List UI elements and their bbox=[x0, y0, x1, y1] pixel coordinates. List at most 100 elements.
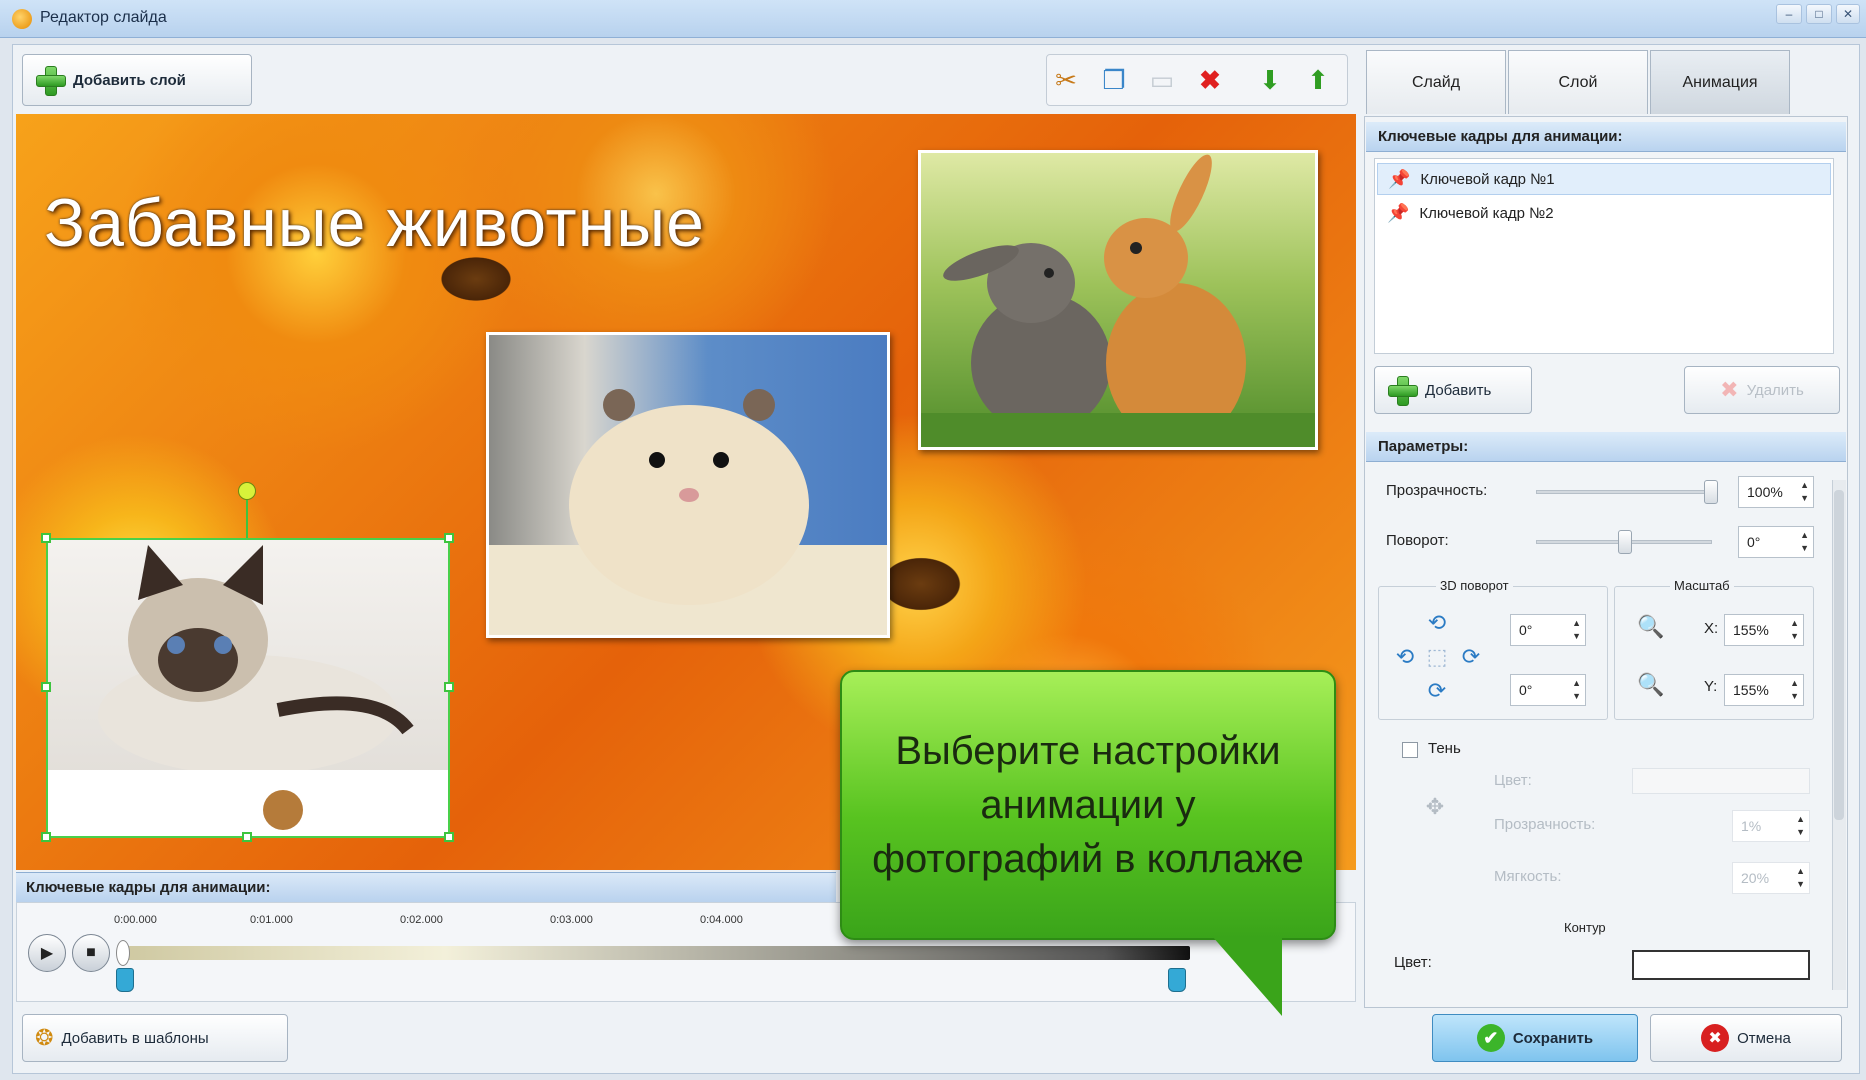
callout-tail bbox=[1212, 936, 1282, 1016]
rotation-slider-thumb[interactable] bbox=[1618, 530, 1632, 554]
opacity-label: Прозрачность: bbox=[1386, 482, 1488, 499]
delete-x-icon: ✖ bbox=[1720, 377, 1739, 402]
photo-bunnies[interactable] bbox=[918, 150, 1318, 450]
timeline-header: Ключевые кадры для анимации: bbox=[16, 872, 836, 902]
callout-text: Выберите настройки анимации у фотографий… bbox=[872, 729, 1304, 881]
plus-icon bbox=[35, 65, 66, 96]
scrollbar-thumb[interactable] bbox=[1834, 490, 1844, 820]
resize-handle[interactable] bbox=[242, 832, 252, 842]
add-layer-button[interactable]: Добавить слой bbox=[22, 54, 252, 106]
timeline-track[interactable] bbox=[126, 946, 1190, 960]
keyframe-label: Ключевой кадр №1 bbox=[1420, 170, 1555, 188]
keyframe-item-1[interactable]: 📌 Ключевой кадр №1 bbox=[1377, 163, 1831, 195]
opacity-slider-thumb[interactable] bbox=[1704, 480, 1718, 504]
tab-slide[interactable]: Слайд bbox=[1366, 50, 1506, 114]
shadow-color-picker[interactable] bbox=[1632, 768, 1810, 794]
rotate-up-icon[interactable]: ⟲ bbox=[1420, 606, 1454, 640]
rotate-down-icon[interactable]: ⟳ bbox=[1420, 674, 1454, 708]
scale-x-spinner[interactable]: 155% bbox=[1724, 614, 1804, 646]
keyframe-marker[interactable] bbox=[1168, 968, 1186, 992]
title-bar: Редактор слайда – □ ✕ bbox=[0, 0, 1866, 38]
move-down-icon[interactable]: ⬇ bbox=[1250, 60, 1290, 100]
add-layer-label: Добавить слой bbox=[73, 71, 186, 89]
resize-handle[interactable] bbox=[41, 682, 51, 692]
zoom-y-icon[interactable]: 🔍 bbox=[1634, 668, 1668, 702]
shadow-color-label: Цвет: bbox=[1494, 772, 1532, 789]
resize-handle[interactable] bbox=[41, 533, 51, 543]
rotate3d-x-spinner[interactable]: 0° bbox=[1510, 614, 1586, 646]
play-icon: ▶ bbox=[40, 945, 54, 962]
zoom-x-icon[interactable]: 🔍 bbox=[1634, 610, 1668, 644]
rotate-handle[interactable] bbox=[238, 482, 256, 500]
keyframe-marker[interactable] bbox=[116, 968, 134, 992]
opacity-slider[interactable] bbox=[1536, 490, 1712, 494]
cancel-label: Отмена bbox=[1737, 1029, 1791, 1047]
timeline-tick: 0:03.000 bbox=[550, 914, 593, 926]
scale-label: Масштаб bbox=[1670, 578, 1734, 593]
photo-cat[interactable] bbox=[46, 538, 450, 838]
rotate-left-icon[interactable]: ⟲ bbox=[1388, 640, 1422, 674]
slide-title[interactable]: Забавные животные bbox=[44, 184, 705, 262]
resize-handle[interactable] bbox=[41, 832, 51, 842]
params-header: Параметры: bbox=[1366, 432, 1846, 462]
tab-layer[interactable]: Слой bbox=[1508, 50, 1648, 114]
tab-animation[interactable]: Анимация bbox=[1650, 50, 1790, 114]
shadow-opacity-spinner[interactable]: 1% bbox=[1732, 810, 1810, 842]
templates-icon: ❂ bbox=[35, 1025, 54, 1050]
timeline-tick: 0:00.000 bbox=[114, 914, 157, 926]
rotation-spinner[interactable]: 0° bbox=[1738, 526, 1814, 558]
resize-handle[interactable] bbox=[444, 682, 454, 692]
shadow-checkbox[interactable] bbox=[1402, 742, 1418, 758]
checkmark-icon: ✔ bbox=[1476, 1024, 1505, 1052]
save-label: Сохранить bbox=[1512, 1029, 1594, 1047]
cancel-icon: ✖ bbox=[1701, 1024, 1730, 1052]
cut-icon[interactable]: ✂ bbox=[1046, 60, 1086, 100]
opacity-spinner[interactable]: 100% bbox=[1738, 476, 1814, 508]
cancel-button[interactable]: ✖ Отмена bbox=[1650, 1014, 1842, 1062]
copy-icon[interactable]: ❐ bbox=[1094, 60, 1134, 100]
scale-x-value: 155% bbox=[1733, 622, 1769, 638]
timeline-tick: 0:04.000 bbox=[700, 914, 743, 926]
contour-color-picker[interactable] bbox=[1632, 950, 1810, 980]
timeline-tick: 0:01.000 bbox=[250, 914, 293, 926]
close-window-button[interactable]: ✕ bbox=[1836, 4, 1860, 24]
play-button[interactable]: ▶ bbox=[28, 934, 66, 972]
stop-button[interactable]: ■ bbox=[72, 934, 110, 972]
add-keyframe-button[interactable]: Добавить bbox=[1374, 366, 1532, 414]
keyframe-label: Ключевой кадр №2 bbox=[1419, 204, 1554, 222]
resize-handle[interactable] bbox=[444, 533, 454, 543]
delete-icon[interactable]: ✖ bbox=[1190, 60, 1230, 100]
keyframe-list: 📌 Ключевой кадр №1 📌 Ключевой кадр №2 bbox=[1374, 158, 1834, 354]
hamster-image bbox=[489, 389, 887, 635]
rotate3d-x-value: 0° bbox=[1519, 622, 1533, 638]
keyframes-header: Ключевые кадры для анимации: bbox=[1366, 122, 1846, 152]
shadow-opacity-value: 1% bbox=[1741, 818, 1762, 834]
photo-hamster[interactable] bbox=[486, 332, 890, 638]
scale-y-spinner[interactable]: 155% bbox=[1724, 674, 1804, 706]
delete-keyframe-button[interactable]: ✖ Удалить bbox=[1684, 366, 1840, 414]
shadow-blur-spinner[interactable]: 20% bbox=[1732, 862, 1810, 894]
add-to-templates-button[interactable]: ❂ Добавить в шаблоны bbox=[22, 1014, 288, 1062]
contour-color-label: Цвет: bbox=[1394, 954, 1432, 971]
paste-icon[interactable]: ▭ bbox=[1142, 60, 1182, 100]
resize-handle[interactable] bbox=[444, 832, 454, 842]
keyframe-item-2[interactable]: 📌 Ключевой кадр №2 bbox=[1377, 197, 1831, 229]
shadow-arrow-up-icon[interactable]: ✥ bbox=[1418, 790, 1452, 824]
delete-keyframe-label: Удалить bbox=[1746, 381, 1804, 399]
shadow-opacity-label: Прозрачность: bbox=[1494, 816, 1596, 833]
rotate-right-icon[interactable]: ⟳ bbox=[1454, 640, 1488, 674]
add-to-templates-label: Добавить в шаблоны bbox=[61, 1029, 209, 1047]
timeline-cursor[interactable] bbox=[116, 940, 130, 966]
shadow-blur-label: Мягкость: bbox=[1494, 868, 1562, 885]
scale-y-label: Y: bbox=[1704, 678, 1718, 695]
cube-icon: ⬚ bbox=[1426, 644, 1448, 669]
save-button[interactable]: ✔ Сохранить bbox=[1432, 1014, 1638, 1062]
move-up-icon[interactable]: ⬆ bbox=[1298, 60, 1338, 100]
window-title: Редактор слайда bbox=[40, 9, 167, 26]
rotate3d-y-spinner[interactable]: 0° bbox=[1510, 674, 1586, 706]
shadow-label: Тень bbox=[1428, 740, 1461, 757]
minimize-button[interactable]: – bbox=[1776, 4, 1802, 24]
app-icon bbox=[12, 9, 32, 29]
scale-x-label: X: bbox=[1704, 620, 1719, 637]
maximize-button[interactable]: □ bbox=[1806, 4, 1832, 24]
